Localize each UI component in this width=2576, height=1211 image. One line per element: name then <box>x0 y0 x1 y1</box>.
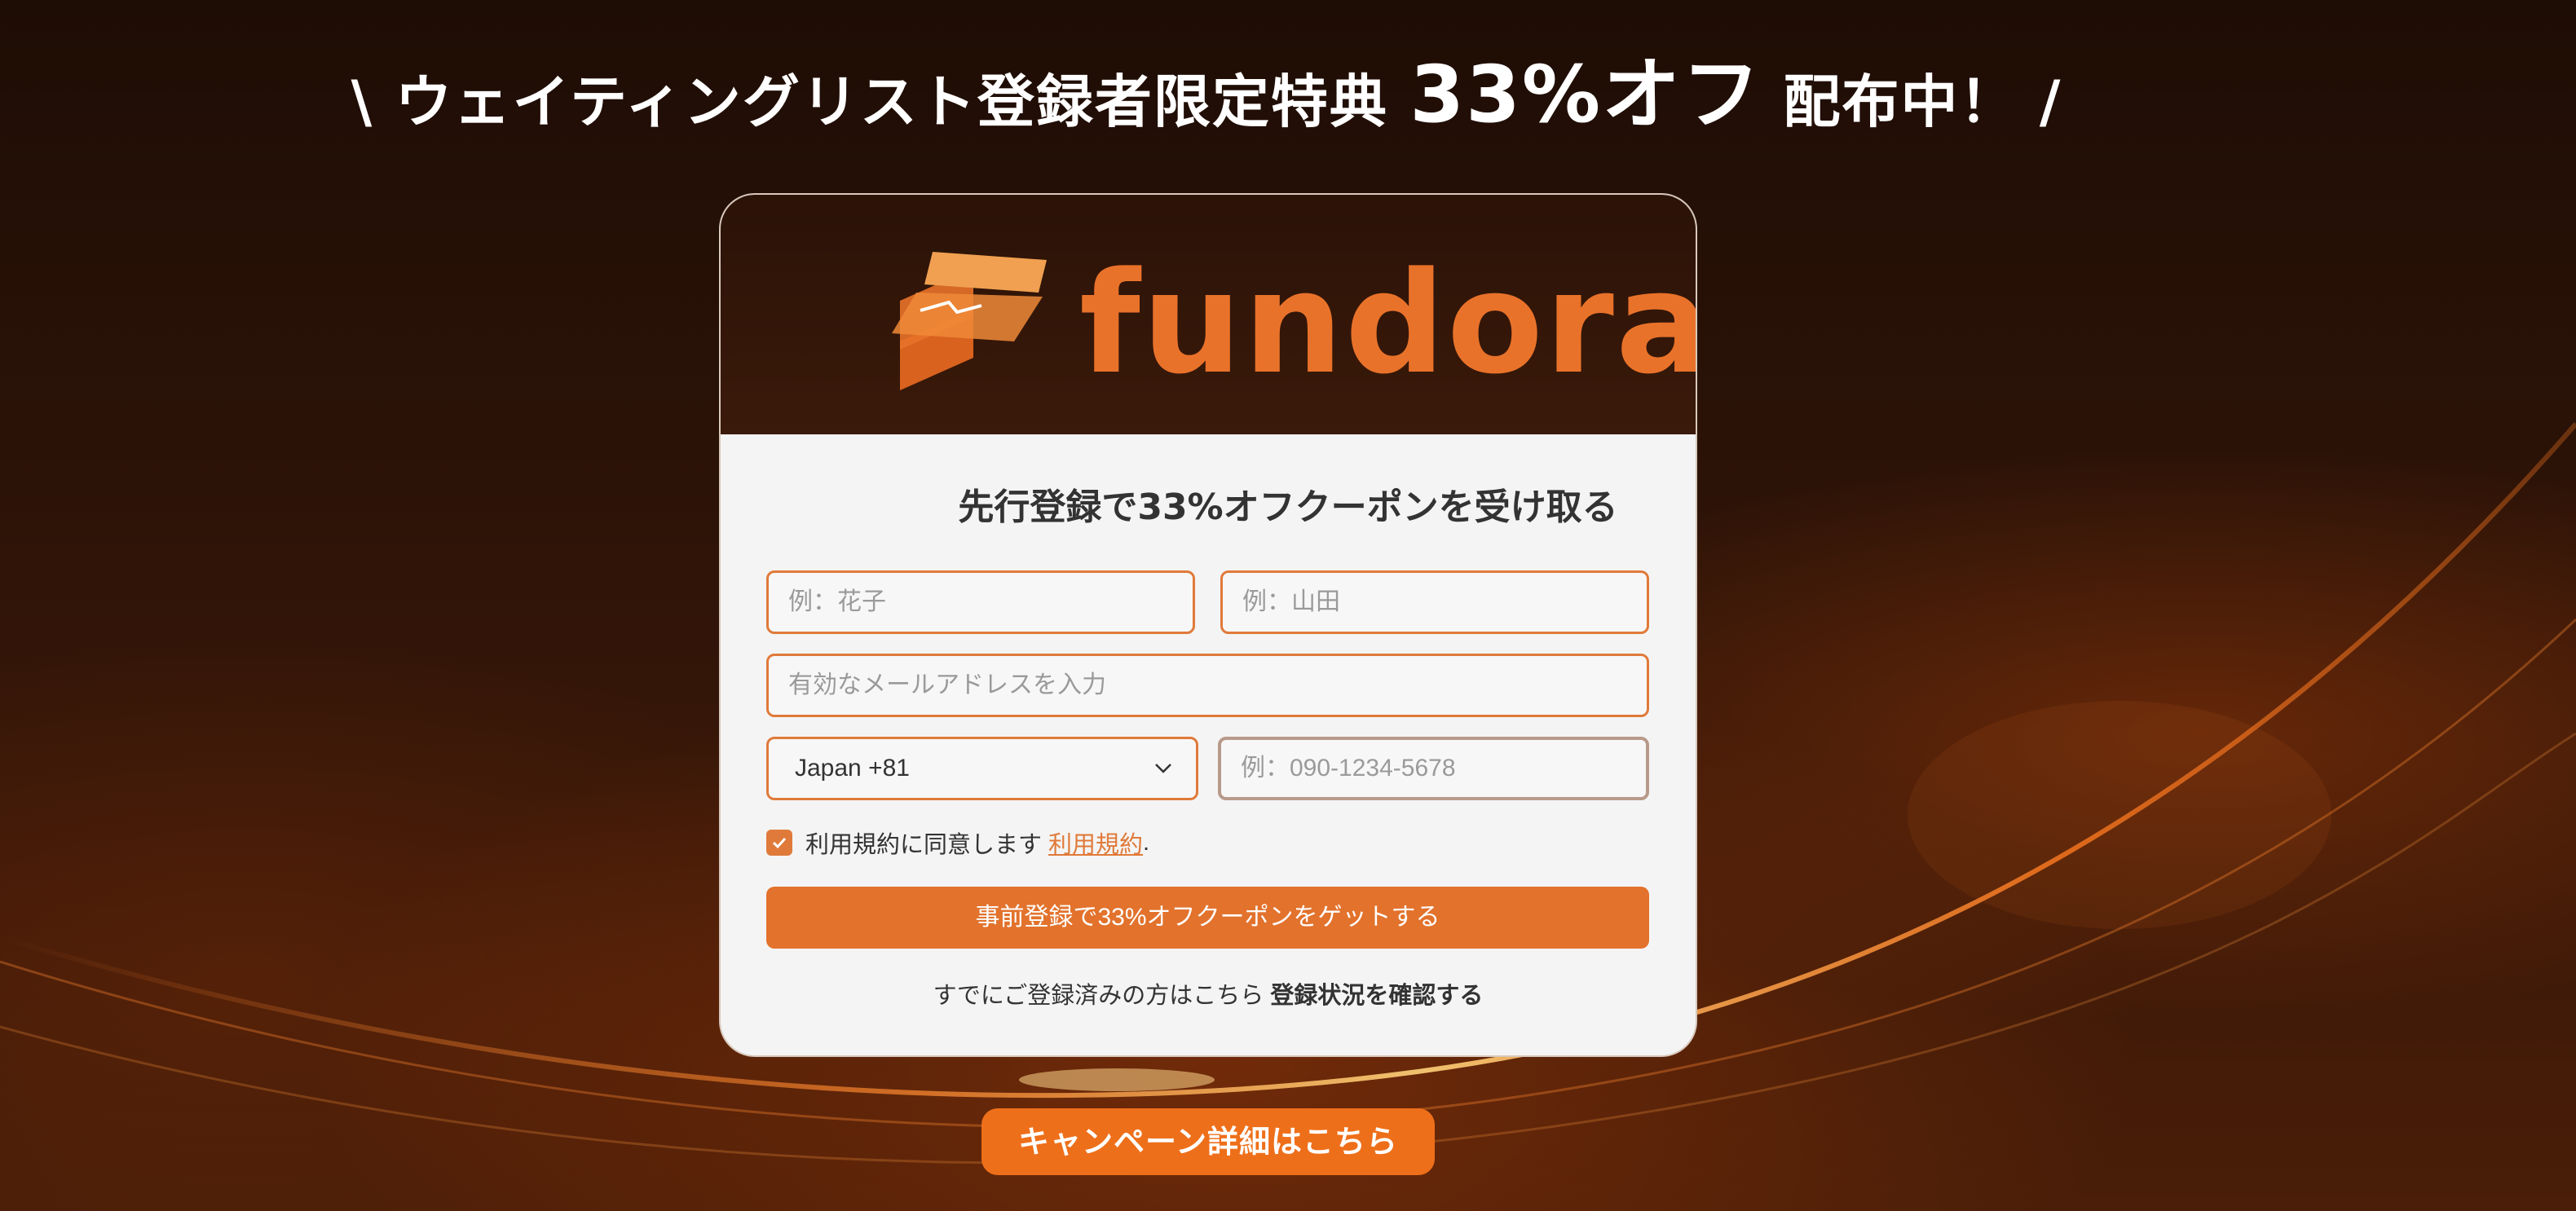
phone-input[interactable] <box>1218 737 1649 800</box>
already-registered-row: すでにご登録済みの方はこちら 登録状況を確認する <box>719 976 1697 1011</box>
headline-suffix: 配布中！ / <box>1762 68 2062 135</box>
campaign-details-button[interactable]: キャンペーン詳細はこちら <box>981 1108 1435 1175</box>
brand-name: fundora <box>1079 241 1697 405</box>
check-icon <box>772 837 787 849</box>
terms-agreement: 利用規約に同意します 利用規約 . <box>766 826 1150 860</box>
headline-highlight: 33%オフ <box>1409 49 1762 140</box>
country-code-select[interactable]: Japan +81 <box>766 737 1198 800</box>
card-header: fundora <box>721 195 1696 434</box>
headline-prefix: \ ウェイティングリスト登録者限定特典 <box>351 68 1410 135</box>
last-name-input[interactable] <box>1220 570 1649 634</box>
brand-logo: fundora <box>884 236 1696 405</box>
fundora-logo-icon <box>892 252 1047 390</box>
first-name-input[interactable] <box>766 570 1195 634</box>
email-input[interactable] <box>766 654 1649 717</box>
chevron-down-icon <box>1155 764 1171 773</box>
country-code-value: Japan +81 <box>795 755 910 782</box>
submit-button[interactable]: 事前登録で33%オフクーポンをゲットする <box>766 887 1649 949</box>
form-title: 先行登録で33%オフクーポンを受け取る <box>958 487 1618 528</box>
terms-period: . <box>1143 829 1150 856</box>
terms-checkbox[interactable] <box>766 830 792 856</box>
terms-link[interactable]: 利用規約 <box>1048 826 1143 860</box>
headline-banner: \ ウェイティングリスト登録者限定特典 33%オフ 配布中！ / <box>0 31 2413 144</box>
check-status-link[interactable]: 登録状況を確認する <box>1270 983 1483 1009</box>
terms-agree-label: 利用規約に同意します <box>805 832 1043 858</box>
already-registered-text: すでにご登録済みの方はこちら <box>933 983 1271 1009</box>
